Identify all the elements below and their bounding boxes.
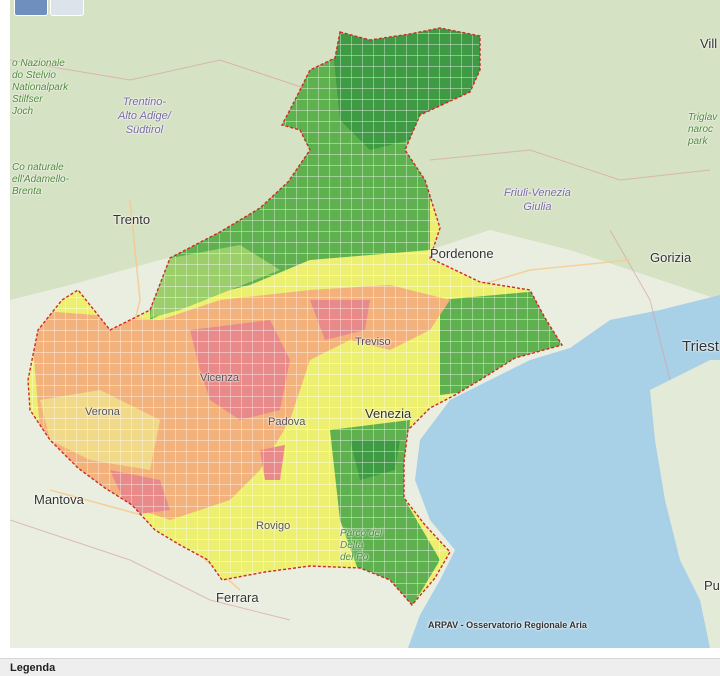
label-padova: Padova	[268, 416, 306, 428]
label-ferrara: Ferrara	[216, 590, 259, 605]
basemap-icon[interactable]	[50, 0, 84, 16]
label-po-delta: Parco del Delta del Po	[340, 528, 383, 563]
label-verona: Verona	[85, 406, 120, 418]
layers-icon[interactable]	[14, 0, 48, 16]
label-gorizia: Gorizia	[650, 250, 692, 265]
label-adamello: Co naturale ell'Adamello- Brenta	[12, 162, 69, 197]
map-view[interactable]: o Nazionale do Stelvio Nationalpark Stil…	[10, 0, 720, 648]
label-trieste: Triest	[682, 338, 719, 355]
label-stelvio-park: o Nazionale do Stelvio Nationalpark Stil…	[12, 58, 69, 117]
label-pula: Pu	[704, 578, 720, 593]
label-vicenza: Vicenza	[200, 372, 239, 384]
label-rovigo: Rovigo	[256, 520, 291, 532]
legend-title: Legenda	[10, 662, 56, 674]
legend-panel[interactable]: Legenda	[0, 658, 720, 676]
label-trentino: Trentino- Alto Adige/ Südtirol	[118, 96, 171, 136]
label-mantova: Mantova	[34, 492, 84, 507]
label-trento: Trento	[113, 212, 151, 227]
label-treviso: Treviso	[355, 336, 391, 348]
layer-switcher[interactable]	[14, 0, 84, 16]
label-friuli: Friuli-Venezia Giulia	[504, 187, 571, 213]
label-pordenone: Pordenone	[430, 246, 494, 261]
map-attribution: ARPAV - Osservatorio Regionale Aria	[428, 620, 587, 630]
label-triglav: Triglav naroc park	[688, 112, 718, 147]
label-villach: Vill	[700, 36, 718, 51]
label-venezia: Venezia	[365, 406, 412, 421]
